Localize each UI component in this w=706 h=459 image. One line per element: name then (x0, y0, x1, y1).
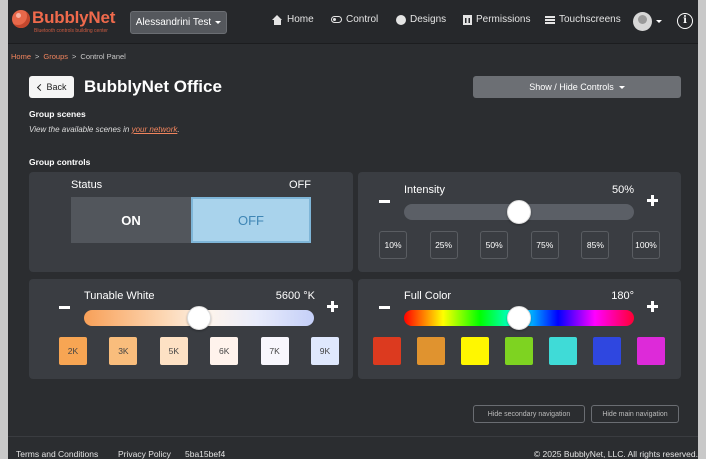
brand-name: BubblyNet (32, 8, 116, 27)
full-color-increase-button[interactable] (646, 300, 660, 314)
group-scenes-text-prefix: View the available scenes in (29, 125, 132, 134)
status-on-button[interactable]: ON (71, 197, 191, 243)
info-icon[interactable]: i (677, 13, 693, 29)
status-off-button[interactable]: OFF (191, 197, 311, 243)
breadcrumb-groups[interactable]: Groups (43, 52, 68, 61)
nav-designs[interactable]: Designs (396, 14, 446, 25)
nav-permissions-label: Permissions (476, 14, 531, 25)
bubble-logo-icon (12, 10, 30, 28)
color-swatch-button[interactable] (461, 337, 489, 365)
color-swatch-button[interactable] (505, 337, 533, 365)
intensity-label: Intensity (404, 184, 445, 196)
bank-icon (463, 14, 472, 25)
nav-control-label: Control (346, 14, 379, 25)
breadcrumb-home[interactable]: Home (11, 52, 31, 61)
build-id: 5ba15bef4 (185, 449, 226, 459)
home-icon (272, 14, 283, 25)
tunable-white-slider-thumb[interactable] (187, 306, 211, 330)
footer: Terms and Conditions Privacy Policy 5ba1… (8, 436, 698, 459)
breadcrumb-current: Control Panel (80, 52, 126, 61)
account-dropdown-label: Alessandrini Test (135, 17, 212, 28)
status-value: OFF (289, 179, 311, 191)
toggle-icon (331, 16, 342, 23)
color-swatch-button[interactable] (549, 337, 577, 365)
color-swatch-button[interactable] (417, 337, 445, 365)
tunable-white-preset-button[interactable]: 2K (59, 337, 87, 365)
tunable-white-preset-button[interactable]: 3K (109, 337, 138, 365)
brand-tagline: Bluetooth controls building center (34, 28, 108, 34)
page-title: BubblyNet Office (84, 77, 222, 96)
intensity-preset-button[interactable]: 50% (480, 231, 509, 259)
nav-permissions[interactable]: Permissions (463, 14, 530, 25)
app-root: BubblyNet Bluetooth controls building ce… (8, 0, 698, 459)
terms-link[interactable]: Terms and Conditions (16, 449, 98, 459)
nav-home-label: Home (287, 14, 314, 25)
caret-down-icon (618, 85, 625, 89)
account-dropdown[interactable]: Alessandrini Test (130, 11, 227, 34)
full-color-panel: Full Color 180° (358, 279, 681, 379)
intensity-preset-button[interactable]: 10% (379, 231, 407, 259)
group-scenes-text-suffix: . (177, 125, 180, 134)
nav-touchscreens[interactable]: Touchscreens (545, 14, 621, 25)
status-panel: Status OFF ON OFF (29, 172, 353, 272)
group-controls-heading: Group controls (29, 157, 91, 167)
breadcrumb-separator: > (72, 52, 77, 61)
tunable-white-preset-button[interactable]: 9K (311, 337, 339, 365)
status-label: Status (71, 179, 103, 191)
intensity-preset-button[interactable]: 25% (429, 231, 458, 259)
nav-control[interactable]: Control (331, 14, 378, 25)
nav-touchscreens-label: Touchscreens (559, 14, 621, 25)
caret-down-icon[interactable] (656, 20, 662, 23)
tunable-white-preset-button[interactable]: 5K (159, 337, 188, 365)
full-color-slider-thumb[interactable] (507, 306, 531, 330)
breadcrumb: Home > Groups > Control Panel (11, 52, 126, 61)
top-navbar: BubblyNet Bluetooth controls building ce… (8, 0, 698, 44)
intensity-preset-button[interactable]: 85% (581, 231, 610, 259)
user-avatar[interactable] (633, 12, 652, 31)
privacy-link[interactable]: Privacy Policy (118, 449, 171, 459)
hide-main-navigation-button[interactable]: Hide main navigation (591, 405, 679, 423)
group-scenes-heading: Group scenes (29, 109, 86, 119)
tunable-white-decrease-button[interactable] (58, 300, 72, 314)
lines-icon (545, 15, 555, 24)
intensity-panel: Intensity 50% 10% 25% 50% 75% 85% 100% (358, 172, 681, 272)
intensity-decrease-button[interactable] (378, 194, 392, 208)
color-swatch-button[interactable] (373, 337, 401, 365)
nav-home[interactable]: Home (272, 14, 314, 25)
tunable-white-value: 5600 °K (275, 290, 315, 302)
copyright-text: © 2025 BubblyNet, LLC. All rights reserv… (533, 449, 698, 459)
tunable-white-preset-button[interactable]: 7K (260, 337, 289, 365)
tunable-white-preset-button[interactable]: 6K (210, 337, 239, 365)
tunable-white-panel: Tunable White 5600 °K 2K 3K 5K 6K 7K 9K (29, 279, 353, 379)
nav-designs-label: Designs (410, 14, 447, 25)
full-color-value: 180° (611, 290, 634, 302)
intensity-slider-thumb[interactable] (507, 200, 531, 224)
full-color-decrease-button[interactable] (378, 300, 392, 314)
intensity-increase-button[interactable] (646, 194, 660, 208)
full-color-label: Full Color (404, 290, 452, 302)
brand-logo[interactable]: BubblyNet Bluetooth controls building ce… (12, 8, 124, 38)
back-button[interactable]: Back (29, 76, 74, 98)
back-button-label: Back (46, 82, 67, 92)
show-hide-controls-button[interactable]: Show / Hide Controls (473, 76, 681, 98)
chevron-left-icon (37, 83, 45, 91)
palette-icon (396, 14, 406, 25)
intensity-preset-button[interactable]: 75% (530, 231, 559, 259)
your-network-link[interactable]: your network (132, 125, 178, 134)
hide-secondary-navigation-button[interactable]: Hide secondary navigation (473, 405, 585, 423)
group-scenes-text: View the available scenes in your networ… (29, 125, 180, 134)
color-swatch-button[interactable] (593, 337, 621, 365)
caret-down-icon (215, 21, 222, 24)
intensity-preset-button[interactable]: 100% (632, 231, 660, 259)
show-hide-controls-label: Show / Hide Controls (529, 82, 614, 92)
breadcrumb-separator: > (35, 52, 40, 61)
intensity-value: 50% (611, 184, 634, 196)
color-swatch-button[interactable] (637, 337, 665, 365)
tunable-white-label: Tunable White (84, 290, 155, 302)
tunable-white-increase-button[interactable] (326, 300, 340, 314)
